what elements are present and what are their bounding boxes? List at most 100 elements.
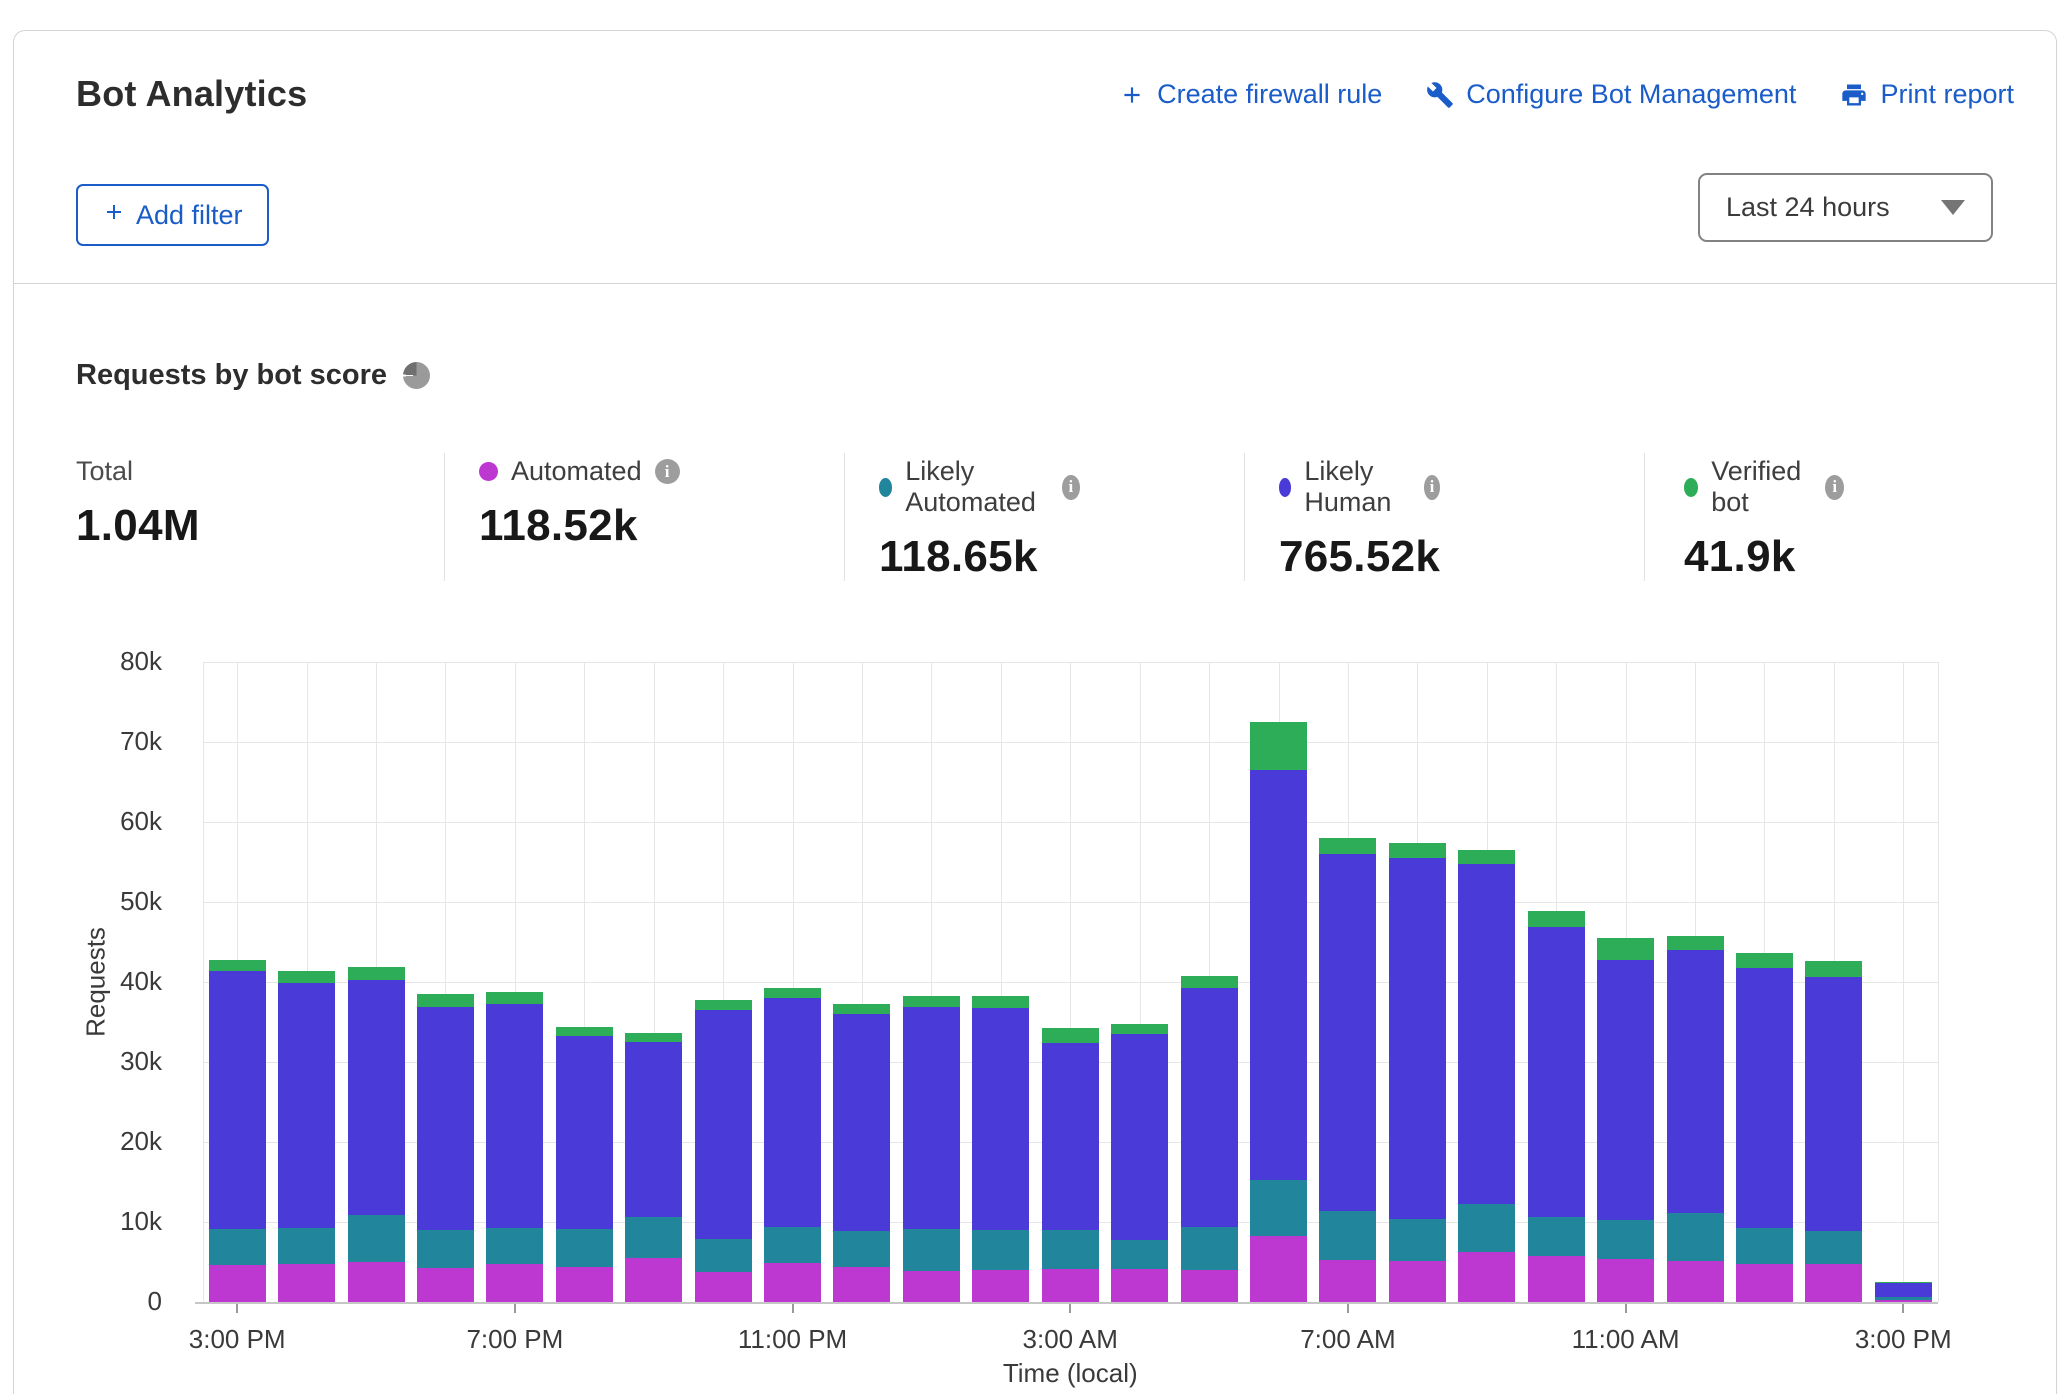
bar-segment-verified-bot[interactable] [1458,850,1515,864]
bar-segment-likely-human[interactable] [695,1010,752,1239]
bar-segment-automated[interactable] [764,1263,821,1302]
bar-segment-verified-bot[interactable] [972,996,1029,1008]
bar-segment-likely-automated[interactable] [764,1227,821,1263]
bar-segment-likely-human[interactable] [1042,1043,1099,1230]
bar-segment-likely-automated[interactable] [417,1230,474,1268]
bar-segment-likely-automated[interactable] [1528,1217,1585,1256]
bar-segment-likely-automated[interactable] [1597,1220,1654,1259]
bar-segment-verified-bot[interactable] [1597,938,1654,960]
bar-segment-likely-human[interactable] [417,1007,474,1230]
bar-segment-verified-bot[interactable] [348,967,405,980]
bar-segment-verified-bot[interactable] [1319,838,1376,854]
bar-segment-automated[interactable] [278,1264,335,1302]
bar-segment-likely-human[interactable] [1597,960,1654,1220]
bar-segment-likely-human[interactable] [556,1036,613,1229]
bar-segment-likely-automated[interactable] [1181,1227,1238,1270]
bar-segment-automated[interactable] [1181,1270,1238,1302]
bar-segment-automated[interactable] [556,1267,613,1302]
bar-segment-likely-automated[interactable] [1458,1204,1515,1252]
bar-segment-verified-bot[interactable] [1528,911,1585,927]
bar-segment-likely-automated[interactable] [1389,1219,1446,1261]
bar-segment-verified-bot[interactable] [1736,953,1793,967]
bar-segment-likely-human[interactable] [278,983,335,1228]
bar-segment-verified-bot[interactable] [695,1000,752,1010]
bar-segment-automated[interactable] [625,1258,682,1302]
bar-segment-automated[interactable] [348,1262,405,1302]
bar-segment-verified-bot[interactable] [625,1033,682,1042]
bar-segment-likely-automated[interactable] [1667,1213,1724,1261]
bar-segment-automated[interactable] [1389,1261,1446,1302]
bar-segment-verified-bot[interactable] [833,1004,890,1014]
bar-segment-verified-bot[interactable] [1111,1024,1168,1034]
bar-segment-automated[interactable] [1111,1269,1168,1302]
bar-segment-automated[interactable] [417,1268,474,1302]
bar-segment-verified-bot[interactable] [417,994,474,1007]
bar-segment-likely-automated[interactable] [1250,1180,1307,1236]
bar-segment-likely-human[interactable] [1805,977,1862,1231]
bar-segment-likely-automated[interactable] [833,1231,890,1267]
bar-segment-likely-automated[interactable] [1805,1231,1862,1265]
bar-segment-likely-automated[interactable] [278,1228,335,1265]
bar-segment-likely-human[interactable] [1528,927,1585,1217]
bar-segment-automated[interactable] [1736,1264,1793,1302]
bar-segment-likely-human[interactable] [1319,854,1376,1211]
bar-segment-verified-bot[interactable] [1667,936,1724,950]
bar-segment-likely-human[interactable] [903,1007,960,1229]
bar-segment-likely-human[interactable] [833,1014,890,1231]
bar-segment-automated[interactable] [1250,1236,1307,1302]
bar-segment-likely-automated[interactable] [556,1229,613,1267]
bar-segment-automated[interactable] [695,1272,752,1302]
bar-segment-automated[interactable] [1042,1269,1099,1302]
bar-segment-automated[interactable] [1667,1261,1724,1302]
bar-segment-verified-bot[interactable] [764,988,821,998]
bar-segment-likely-human[interactable] [1875,1283,1932,1297]
bar-segment-likely-human[interactable] [1458,864,1515,1204]
bar-segment-automated[interactable] [486,1264,543,1302]
bar-segment-verified-bot[interactable] [1181,976,1238,988]
bar-segment-automated[interactable] [972,1270,1029,1302]
bar-segment-likely-human[interactable] [1250,770,1307,1180]
bar-segment-verified-bot[interactable] [1389,843,1446,858]
bar-segment-likely-automated[interactable] [1111,1240,1168,1269]
bar-segment-likely-human[interactable] [625,1042,682,1217]
bar-segment-likely-human[interactable] [209,971,266,1229]
bar-segment-likely-human[interactable] [1667,950,1724,1213]
bar-segment-likely-automated[interactable] [903,1229,960,1271]
bar-segment-likely-human[interactable] [486,1004,543,1228]
bar-segment-likely-human[interactable] [1736,968,1793,1229]
bar-segment-automated[interactable] [1597,1259,1654,1302]
bar-segment-verified-bot[interactable] [903,996,960,1006]
bar-segment-automated[interactable] [1805,1264,1862,1302]
bar-segment-likely-automated[interactable] [209,1229,266,1265]
bar-segment-verified-bot[interactable] [1805,961,1862,977]
bar-segment-likely-automated[interactable] [1319,1211,1376,1260]
bar-segment-likely-human[interactable] [1111,1034,1168,1240]
bar-segment-likely-automated[interactable] [348,1215,405,1262]
bar-segment-likely-automated[interactable] [1875,1297,1932,1299]
bar-segment-likely-human[interactable] [348,980,405,1215]
bar-segment-likely-human[interactable] [1181,988,1238,1226]
bar-segment-automated[interactable] [209,1265,266,1302]
bar-segment-verified-bot[interactable] [209,960,266,971]
bar-segment-likely-automated[interactable] [1042,1230,1099,1269]
bar-segment-likely-automated[interactable] [625,1217,682,1258]
bar-segment-likely-human[interactable] [972,1008,1029,1230]
bar-segment-automated[interactable] [903,1271,960,1302]
bar-segment-likely-automated[interactable] [972,1230,1029,1270]
bar-segment-automated[interactable] [1319,1260,1376,1302]
bar-segment-automated[interactable] [1528,1256,1585,1302]
bar-segment-verified-bot[interactable] [1042,1028,1099,1042]
y-tick-label: 70k [42,726,162,757]
bar-segment-verified-bot[interactable] [1250,722,1307,770]
bar-segment-likely-automated[interactable] [695,1239,752,1272]
bar-segment-automated[interactable] [833,1267,890,1302]
bar-segment-likely-human[interactable] [764,998,821,1227]
bar-segment-likely-automated[interactable] [1736,1228,1793,1263]
bar-segment-likely-automated[interactable] [486,1228,543,1264]
bar-segment-verified-bot[interactable] [556,1027,613,1036]
bar-segment-verified-bot[interactable] [1875,1282,1932,1283]
bar-segment-verified-bot[interactable] [486,992,543,1004]
bar-segment-likely-human[interactable] [1389,858,1446,1219]
bar-segment-automated[interactable] [1458,1252,1515,1302]
bar-segment-verified-bot[interactable] [278,971,335,983]
